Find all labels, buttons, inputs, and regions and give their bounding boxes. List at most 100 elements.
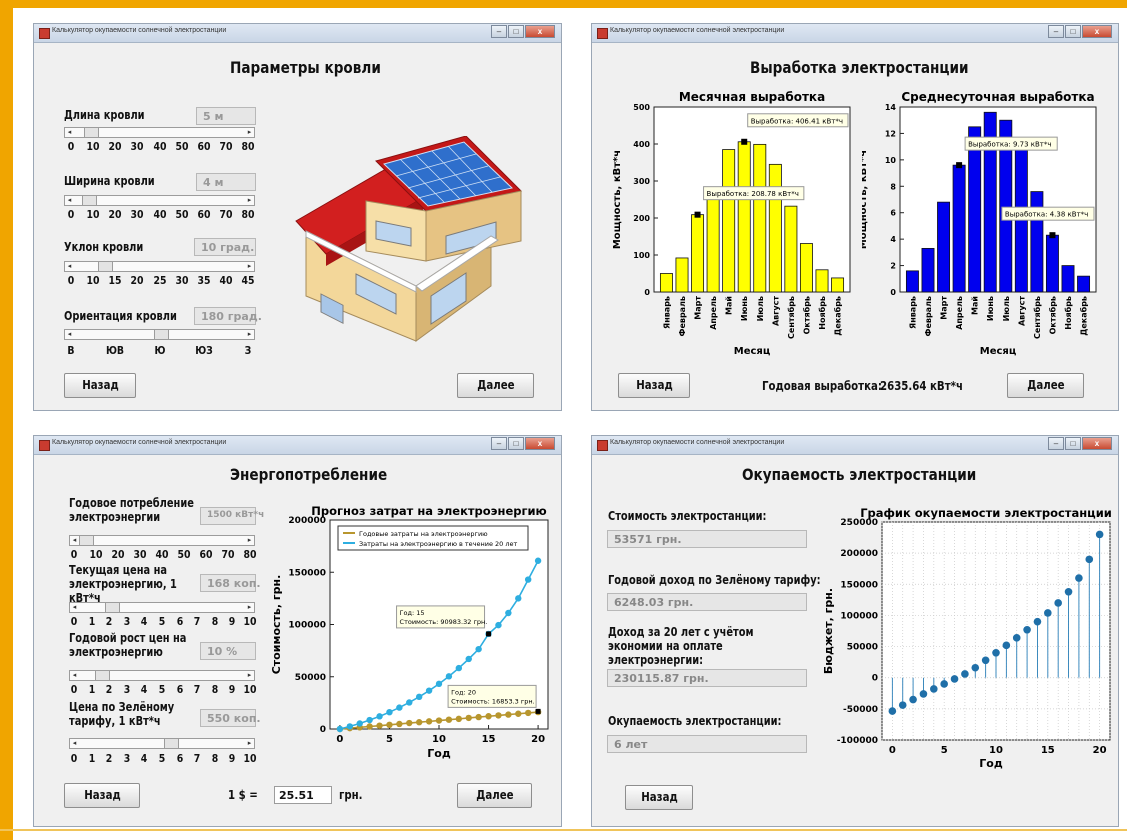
current-price-slider[interactable]: ◂ ▸ [69,602,255,613]
x-tick-label: Август [1017,296,1026,326]
tick-label: 8 [211,615,219,628]
slider-thumb[interactable] [82,196,97,205]
y-tick-label: 500 [633,103,650,112]
close-button[interactable]: x [525,25,555,38]
data-tip-text: Выработка: 9.73 кВт*ч [968,141,1051,149]
tick-label: 10 [86,208,100,221]
slider-thumb[interactable] [98,262,113,271]
monthly-production-chart: Месячная выработка 0 100 200 300 400 500 Январь… [612,90,851,356]
back-button[interactable]: Назад [64,373,136,398]
data-point [1002,641,1011,650]
slider-right-arrow-icon[interactable]: ▸ [245,262,254,271]
slider-thumb[interactable] [154,330,169,339]
roof-orientation-slider[interactable]: ◂ ▸ [64,329,255,340]
maximize-button[interactable]: □ [1065,25,1081,38]
payback-window: Калькулятор окупаемости солнечной электр… [591,435,1119,827]
slider-right-arrow-icon[interactable]: ▸ [245,739,254,748]
tick-label: 6 [176,683,183,696]
tick-label: 20 [108,208,122,221]
slider-left-arrow-icon[interactable]: ◂ [65,330,74,339]
roof-slope-label: Уклон кровли [64,240,144,254]
minimize-button[interactable]: – [1048,25,1064,38]
x-axis-label: Месяц [734,346,771,356]
maximize-button[interactable]: □ [508,437,524,450]
slider-left-arrow-icon[interactable]: ◂ [70,603,79,612]
slider-right-arrow-icon[interactable]: ▸ [245,128,254,137]
y-tick-label: 50000 [847,643,878,653]
x-tick-label: Декабрь [833,296,843,336]
x-tick-label: Май [971,296,980,315]
tick-label: 5 [158,752,166,765]
annual-consumption-slider[interactable]: ◂ ▸ [69,535,255,546]
tick-label: 4 [141,615,148,628]
slider-thumb[interactable] [94,671,110,680]
data-point [1054,599,1062,607]
next-button[interactable]: Далее [1007,373,1084,398]
page-title: Окупаемость электростанции [742,465,977,484]
data-point [1023,625,1031,634]
slider-left-arrow-icon[interactable]: ◂ [65,196,74,205]
data-point [455,664,463,672]
roof-length-slider[interactable]: ◂ ▸ [64,127,255,138]
slider-left-arrow-icon[interactable]: ◂ [70,536,79,545]
minimize-button[interactable]: – [1048,437,1064,450]
green-tariff-slider[interactable]: ◂ ▸ [69,738,255,749]
price-growth-slider[interactable]: ◂ ▸ [69,670,255,681]
slider-left-arrow-icon[interactable]: ◂ [70,739,79,748]
green-tariff-value: 550 коп. [200,709,261,727]
y-tick-label: 0 [890,288,896,297]
daily-production-chart: Среднесуточная выработка 0 2 4 6 8 10 12 14 Январ… [862,90,1097,356]
exchange-rate-prefix: 1 $ = [228,788,258,802]
slider-thumb[interactable] [164,739,180,748]
slider-right-arrow-icon[interactable]: ▸ [245,536,254,545]
data-point [515,710,522,717]
roof-slope-slider[interactable]: ◂ ▸ [64,261,255,272]
back-button[interactable]: Назад [618,373,690,398]
tick-label: 50 [175,140,189,153]
x-tick-label: Июнь [986,296,995,321]
close-button[interactable]: x [1082,437,1112,450]
minimize-button[interactable]: – [491,25,507,38]
tick-label: 70 [219,208,233,221]
data-point [981,656,990,665]
roof-width-slider[interactable]: ◂ ▸ [64,195,255,206]
close-button[interactable]: x [525,437,555,450]
x-tick-label: Август [771,296,780,326]
data-point [888,707,897,715]
tick-label: 50 [177,548,191,561]
tick-label: 40 [155,548,169,561]
back-button[interactable]: Назад [64,783,140,808]
slider-right-arrow-icon[interactable]: ▸ [245,603,254,612]
x-tick-label: Декабрь [1079,296,1089,336]
next-button[interactable]: Далее [457,373,534,398]
page-title: Выработка электростанции [750,58,969,77]
y-tick-label: 10 [885,156,897,165]
close-button[interactable]: x [1082,25,1112,38]
slider-right-arrow-icon[interactable]: ▸ [245,196,254,205]
maximize-button[interactable]: □ [1065,437,1081,450]
tick-label: 1 [88,683,95,696]
slider-left-arrow-icon[interactable]: ◂ [65,262,74,271]
maximize-button[interactable]: □ [508,25,524,38]
minimize-button[interactable]: – [491,437,507,450]
slider-thumb[interactable] [83,128,99,137]
slider-thumb[interactable] [105,603,121,612]
exchange-rate-input[interactable]: 25.51 [274,786,332,804]
slider-left-arrow-icon[interactable]: ◂ [65,128,74,137]
back-button[interactable]: Назад [625,785,693,810]
slider-right-arrow-icon[interactable]: ▸ [245,330,254,339]
data-point [495,621,502,629]
next-button[interactable]: Далее [457,783,532,808]
payback-period-label: Окупаемость электростанции: [608,714,782,728]
app-icon [597,28,608,39]
payback-chart: -100000-50000050000100000150000200000250… [822,506,1112,770]
tick-label: 7 [193,615,201,628]
data-point [336,725,344,733]
slider-right-arrow-icon[interactable]: ▸ [245,671,254,680]
slider-thumb[interactable] [79,536,94,545]
slider-left-arrow-icon[interactable]: ◂ [70,671,79,680]
x-tick-label: Сентябрь [786,296,796,339]
data-point [346,723,354,730]
y-tick-label: 0 [644,288,650,297]
tick-label: 3 [123,615,131,628]
